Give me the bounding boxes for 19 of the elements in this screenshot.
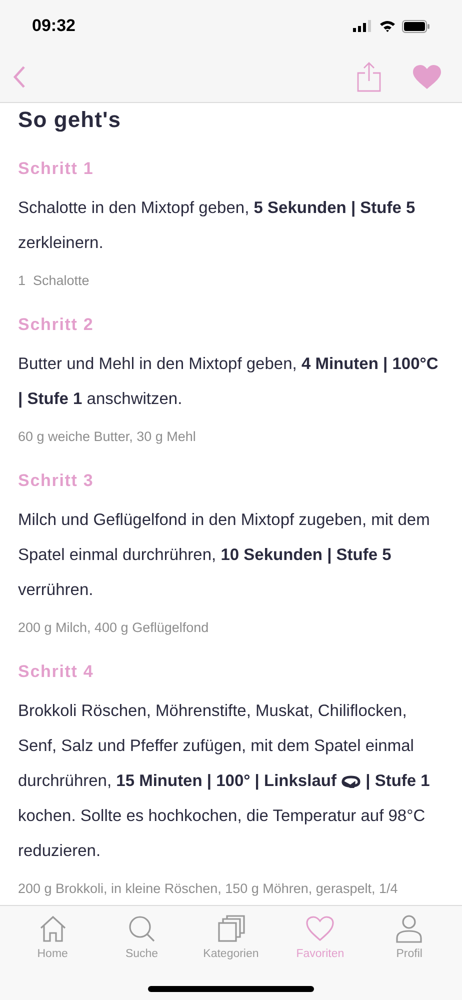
step-heading: Schritt 4 bbox=[18, 661, 95, 683]
tab-bar-item[interactable]: Kategorien bbox=[188, 914, 273, 964]
step-ingredients: 200 g Brokkoli, in kleine Röschen, 150 g Möhren, geraspelt, 1/4 bbox=[18, 880, 399, 898]
section-title: So geht's bbox=[18, 106, 122, 134]
tab-bar-item[interactable]: Home bbox=[10, 914, 95, 964]
step-instruction: Milch und Geflügelfond in den Mixtopf zugeben, mit dem Spatel einmal durchrühren, 10 Sekunden | Stufe 5 verrühren. bbox=[18, 510, 431, 601]
step-heading: Schritt 1 bbox=[18, 158, 95, 180]
step-heading: Schritt 2 bbox=[18, 314, 95, 336]
step-ingredients: 60 g weiche Butter, 30 g Mehl bbox=[18, 428, 197, 446]
step-instruction: Butter und Mehl in den Mixtopf geben, 4 Minuten | 100°C | Stufe 1 anschwitzen. bbox=[18, 354, 440, 410]
step-ingredients: 200 g Milch, 400 g Geflügelfond bbox=[18, 619, 210, 637]
tab-bar-item[interactable]: Profil bbox=[367, 914, 452, 964]
step-heading: Schritt 3 bbox=[18, 470, 95, 492]
step-ingredients: 1 Schalotte bbox=[18, 272, 90, 290]
step-instruction: Schalotte in den Mixtopf geben, 5 Sekunden | Stufe 5 zerkleinern. bbox=[18, 198, 416, 254]
status-time: 09:32 bbox=[32, 15, 76, 38]
tab-bar-item[interactable]: Suche bbox=[100, 914, 184, 964]
tab-bar-item[interactable]: Favoriten bbox=[278, 914, 362, 964]
step-instruction: Brokkoli Röschen, Möhrenstifte, Muskat, Chiliflocken, Senf, Salz und Pfeffer zufügen, mit dem Spatel einmal durchrühren, 15 Minuten | 100° | Linkslauf | Stufe 1 kochen. Sollte es hochkochen, die Temperatur auf 98°C reduzieren. bbox=[18, 701, 431, 862]
